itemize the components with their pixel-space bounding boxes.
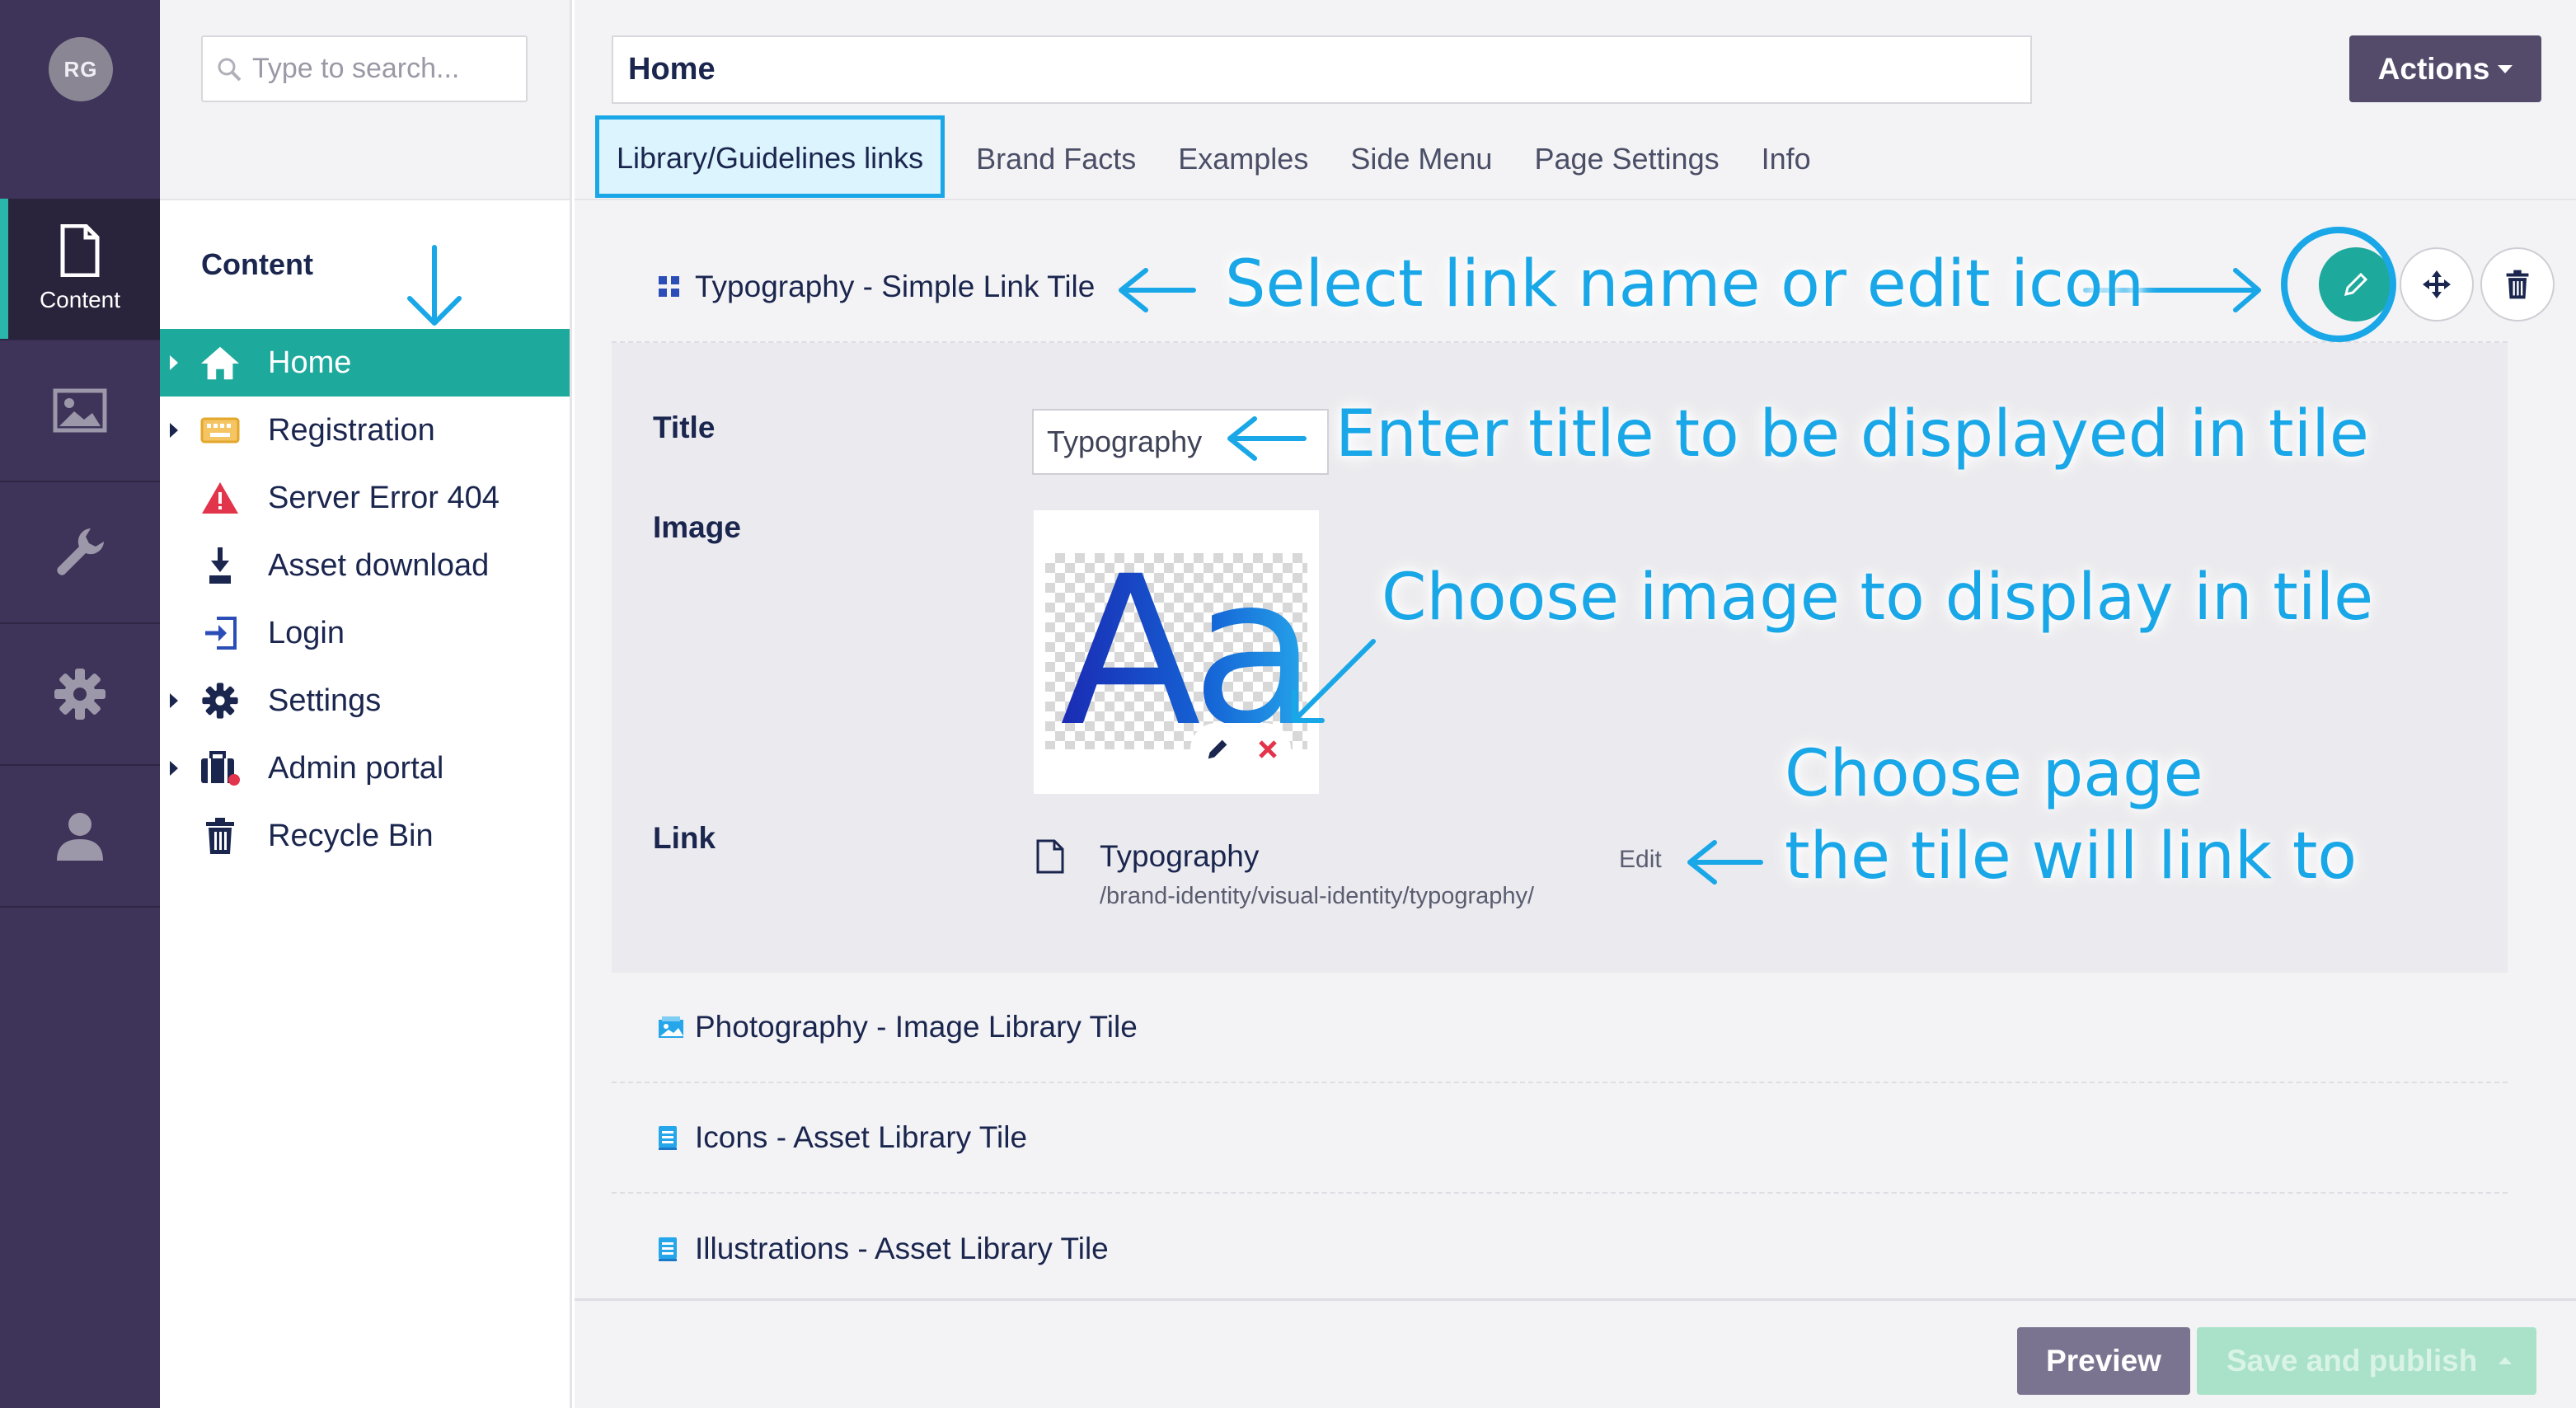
annotation-choose-page-line2: the tile will link to xyxy=(1785,819,2358,894)
annotation-choose-image: Choose image to display in tile xyxy=(1382,561,2374,635)
annotation-choose-page-line1: Choose page xyxy=(1785,737,2203,811)
annotation-enter-title: Enter title to be displayed in tile xyxy=(1335,397,2369,472)
annotation-select-link: Select link name or edit icon xyxy=(1225,247,2145,321)
annotation-arrows xyxy=(407,245,2261,885)
